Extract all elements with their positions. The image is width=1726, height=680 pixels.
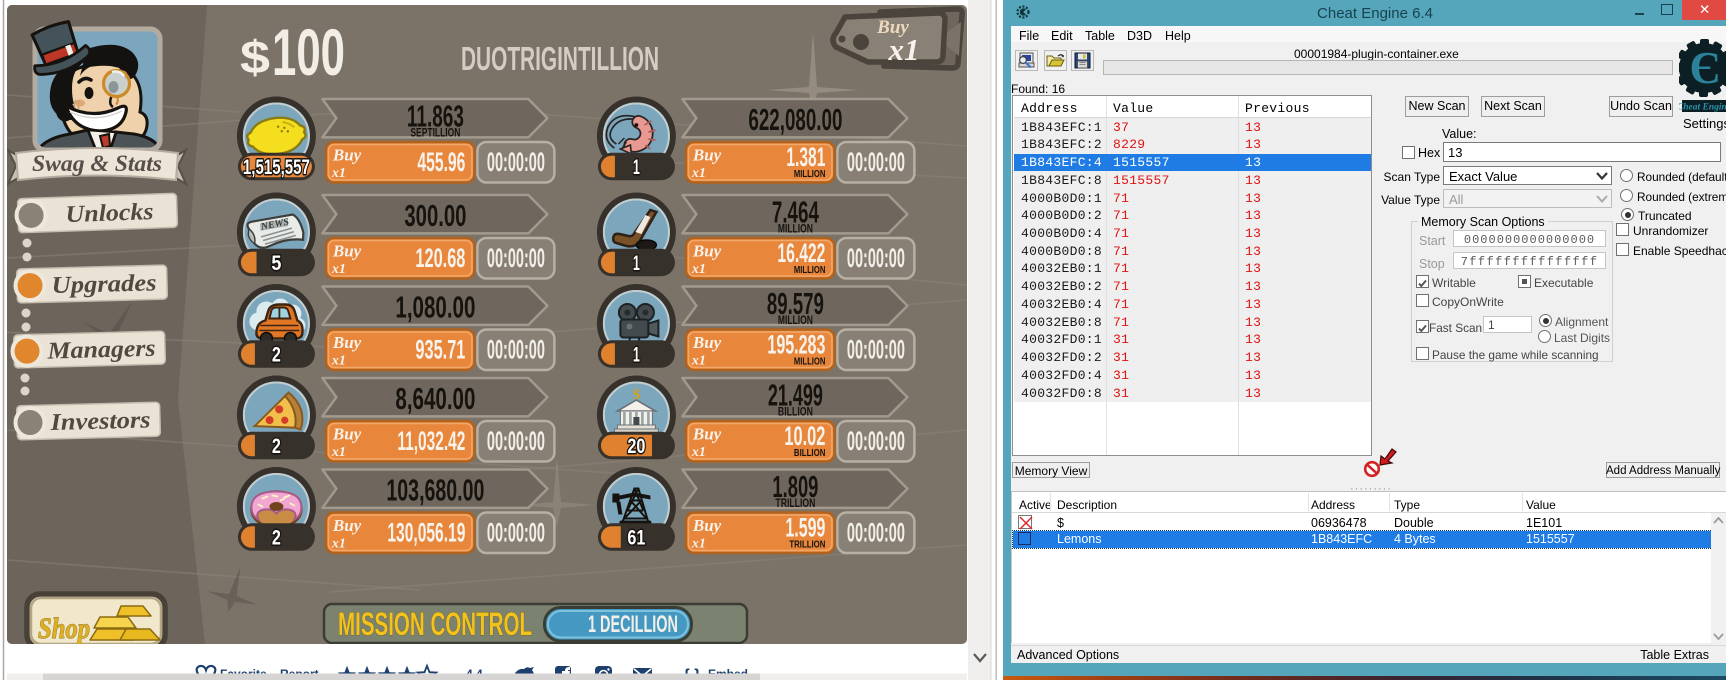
svg-text:130,056.19: 130,056.19	[387, 518, 465, 548]
svg-text:1 DECILLION: 1 DECILLION	[588, 611, 678, 638]
svg-text:100: 100	[272, 15, 345, 89]
svg-text:$: $	[240, 31, 270, 83]
svg-text:Buy: Buy	[332, 516, 362, 535]
svg-text:Cheat Engine: Cheat Engine	[1679, 103, 1726, 113]
svg-text:Buy: Buy	[692, 516, 722, 535]
svg-text:2: 2	[272, 344, 281, 367]
svg-text:2: 2	[272, 435, 281, 458]
svg-text:00:00:00: 00:00:00	[847, 147, 905, 177]
svg-text:Buy: Buy	[692, 146, 722, 165]
svg-text:00:00:00: 00:00:00	[847, 243, 905, 273]
svg-text:SEPTILLION: SEPTILLION	[410, 127, 460, 139]
svg-text:8,640.00: 8,640.00	[395, 381, 475, 416]
svg-text:Buy: Buy	[692, 242, 722, 261]
svg-text:Buy: Buy	[692, 425, 722, 444]
svg-text:455.96: 455.96	[417, 147, 465, 177]
svg-text:x1: x1	[691, 537, 706, 552]
svg-text:5: 5	[271, 252, 281, 275]
svg-text:MILLION: MILLION	[778, 315, 813, 327]
svg-text:Investors: Investors	[49, 407, 151, 436]
svg-text:Buy: Buy	[332, 425, 362, 444]
svg-text:120.68: 120.68	[415, 243, 465, 273]
svg-text:00:00:00: 00:00:00	[487, 335, 545, 365]
svg-text:00:00:00: 00:00:00	[487, 426, 545, 456]
svg-text:935.71: 935.71	[415, 335, 465, 365]
svg-text:x1: x1	[888, 32, 920, 67]
svg-text:00:00:00: 00:00:00	[847, 335, 905, 365]
svg-text:x1: x1	[691, 354, 706, 369]
svg-text:Buy: Buy	[332, 242, 362, 261]
svg-text:20: 20	[627, 435, 645, 458]
svg-text:Upgrades: Upgrades	[51, 270, 157, 299]
svg-text:x1: x1	[331, 537, 346, 552]
svg-text:Buy: Buy	[332, 333, 362, 352]
svg-text:11,032.42: 11,032.42	[397, 426, 465, 456]
svg-text:TRILLION: TRILLION	[775, 498, 815, 510]
svg-text:622,080.00: 622,080.00	[748, 102, 842, 137]
svg-text:BILLION: BILLION	[794, 447, 826, 459]
svg-text:00:00:00: 00:00:00	[487, 518, 545, 548]
svg-text:00:00:00: 00:00:00	[487, 243, 545, 273]
svg-text:Buy: Buy	[692, 333, 722, 352]
svg-text:00:00:00: 00:00:00	[487, 147, 545, 177]
svg-text:103,680.00: 103,680.00	[386, 473, 484, 508]
svg-text:Shop: Shop	[38, 612, 90, 645]
svg-text:2: 2	[272, 527, 281, 550]
svg-text:1: 1	[633, 344, 640, 367]
svg-text:300.00: 300.00	[404, 198, 466, 233]
svg-text:00:00:00: 00:00:00	[847, 426, 905, 456]
svg-text:MILLION: MILLION	[778, 223, 813, 235]
svg-text:1: 1	[633, 252, 640, 275]
svg-text:Managers: Managers	[46, 336, 156, 365]
svg-text:Swag & Stats: Swag & Stats	[32, 151, 162, 176]
svg-text:1,080.00: 1,080.00	[395, 290, 475, 325]
svg-text:x1: x1	[331, 354, 346, 369]
svg-text:x1: x1	[331, 166, 346, 181]
svg-text:DUOTRIGINTILLION: DUOTRIGINTILLION	[461, 40, 659, 77]
svg-text:MISSION CONTROL: MISSION CONTROL	[338, 606, 532, 642]
svg-text:Є: Є	[1689, 42, 1720, 93]
svg-text:x1: x1	[331, 262, 346, 277]
svg-text:Unlocks: Unlocks	[65, 199, 154, 228]
svg-text:x1: x1	[691, 166, 706, 181]
svg-text:Buy: Buy	[332, 146, 362, 165]
svg-text:1: 1	[633, 156, 640, 179]
svg-text:MILLION: MILLION	[794, 168, 826, 180]
svg-text:TRILLION: TRILLION	[789, 539, 825, 551]
svg-text:x1: x1	[331, 445, 346, 460]
svg-text:BILLION: BILLION	[778, 406, 813, 418]
svg-text:x1: x1	[691, 262, 706, 277]
svg-text:61: 61	[627, 527, 645, 550]
svg-text:x1: x1	[691, 445, 706, 460]
svg-text:MILLION: MILLION	[794, 356, 826, 368]
svg-text:1,515,557: 1,515,557	[243, 156, 310, 179]
svg-text:MILLION: MILLION	[794, 264, 826, 276]
svg-text:00:00:00: 00:00:00	[847, 518, 905, 548]
